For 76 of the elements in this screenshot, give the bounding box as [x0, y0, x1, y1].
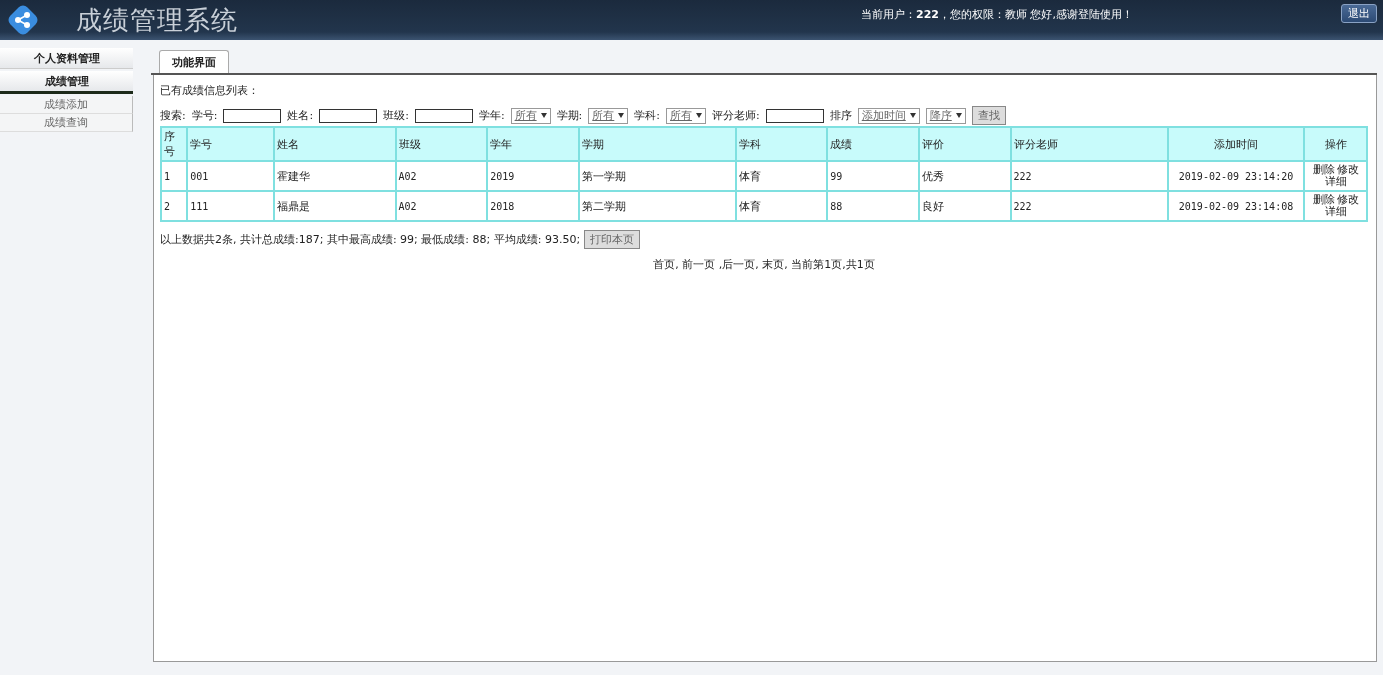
tab[interactable]: 功能界面	[159, 50, 229, 73]
sidebar-item[interactable]: 成绩查询	[0, 114, 133, 132]
column-header: 添加时间	[1167, 127, 1305, 161]
table-cell: 001	[187, 161, 274, 191]
field-label: 学期:	[556, 108, 583, 123]
table-cell: 88	[827, 191, 919, 221]
field-label: 班级:	[383, 108, 409, 123]
field-label: 学科:	[634, 108, 661, 123]
summary-text: 以上数据共2条, 共计总成绩:187; 其中最高成绩: 99; 最低成绩: 88; 平均成绩: 93.50;	[160, 232, 581, 247]
table-cell: 2	[161, 191, 188, 221]
field-label: 学号:	[191, 108, 218, 123]
select-field[interactable]: 降序	[925, 107, 966, 124]
table-cell: 2019-02-09 23:14:20	[1167, 161, 1305, 191]
search-label: 搜索:	[160, 108, 186, 123]
search-button[interactable]: 查找	[971, 106, 1006, 125]
table-cell: A02	[395, 161, 488, 191]
caret-icon	[696, 113, 703, 118]
input-field[interactable]	[765, 108, 824, 123]
pagination-text: 首页, 前一页 ,后一页, 末页, 当前第1页,共1页	[653, 257, 875, 272]
table-cell: 霍建华	[273, 161, 396, 191]
caret-icon	[540, 113, 547, 118]
column-header: 评分老师	[1010, 127, 1168, 161]
table-cell: 福鼎是	[273, 191, 396, 221]
select-field[interactable]: 所有	[510, 107, 551, 124]
list-title: 已有成绩信息列表：	[160, 83, 260, 98]
column-header: 班级	[395, 127, 488, 161]
app-title: 成绩管理系统	[76, 3, 238, 37]
table-cell: 111	[187, 191, 274, 221]
input-field[interactable]	[223, 108, 282, 123]
caret-icon	[618, 113, 625, 118]
table-cell: 第二学期	[578, 191, 736, 221]
sidebar-group[interactable]: 个人资料管理	[0, 48, 133, 69]
select-field[interactable]: 所有	[588, 107, 629, 124]
table-cell: 2019-02-09 23:14:08	[1167, 191, 1305, 221]
field-label: 评分老师:	[712, 108, 760, 123]
action-link[interactable]: 详细	[1324, 175, 1347, 188]
input-field[interactable]	[414, 108, 473, 123]
column-header: 学号	[187, 127, 274, 161]
action-link[interactable]: 删除	[1312, 193, 1335, 206]
sidebar-group[interactable]: 成绩管理	[0, 71, 133, 94]
column-header: 学年	[487, 127, 579, 161]
action-link[interactable]: 详细	[1324, 205, 1347, 218]
table-cell: 2019	[487, 161, 579, 191]
column-header: 成绩	[827, 127, 919, 161]
select-field[interactable]: 添加时间	[857, 107, 920, 124]
input-field[interactable]	[319, 108, 378, 123]
table-cell: A02	[395, 191, 488, 221]
column-header: 学期	[578, 127, 736, 161]
field-label: 排序	[829, 108, 852, 123]
table-cell: 体育	[735, 161, 828, 191]
table-cell: 良好	[918, 191, 1011, 221]
table-cell: 2018	[487, 191, 579, 221]
column-header: 学科	[735, 127, 828, 161]
table-cell: 体育	[735, 191, 828, 221]
print-button[interactable]: 打印本页	[584, 230, 641, 249]
logout-button[interactable]: 退出	[1341, 4, 1377, 23]
table-cell: 222	[1010, 161, 1168, 191]
table-cell: 222	[1010, 191, 1168, 221]
user-greeting: 当前用户：222，您的权限：教师 您好,感谢登陆使用！	[861, 6, 1133, 22]
column-header: 评价	[918, 127, 1011, 161]
action-link[interactable]: 删除	[1312, 163, 1335, 176]
table-cell: 优秀	[918, 161, 1011, 191]
caret-icon	[909, 113, 916, 118]
column-header: 序号	[161, 127, 188, 161]
action-link[interactable]: 修改	[1336, 193, 1359, 206]
select-field[interactable]: 所有	[666, 107, 707, 124]
field-label: 姓名:	[287, 108, 314, 123]
action-link[interactable]: 修改	[1336, 163, 1359, 176]
table-cell: 第一学期	[578, 161, 736, 191]
column-header: 操作	[1304, 127, 1367, 161]
table-cell: 1	[161, 161, 188, 191]
column-header: 姓名	[273, 127, 396, 161]
caret-icon	[955, 113, 962, 118]
table-cell: 99	[827, 161, 919, 191]
field-label: 学年:	[478, 108, 505, 123]
sidebar-item[interactable]: 成绩添加	[0, 96, 133, 114]
